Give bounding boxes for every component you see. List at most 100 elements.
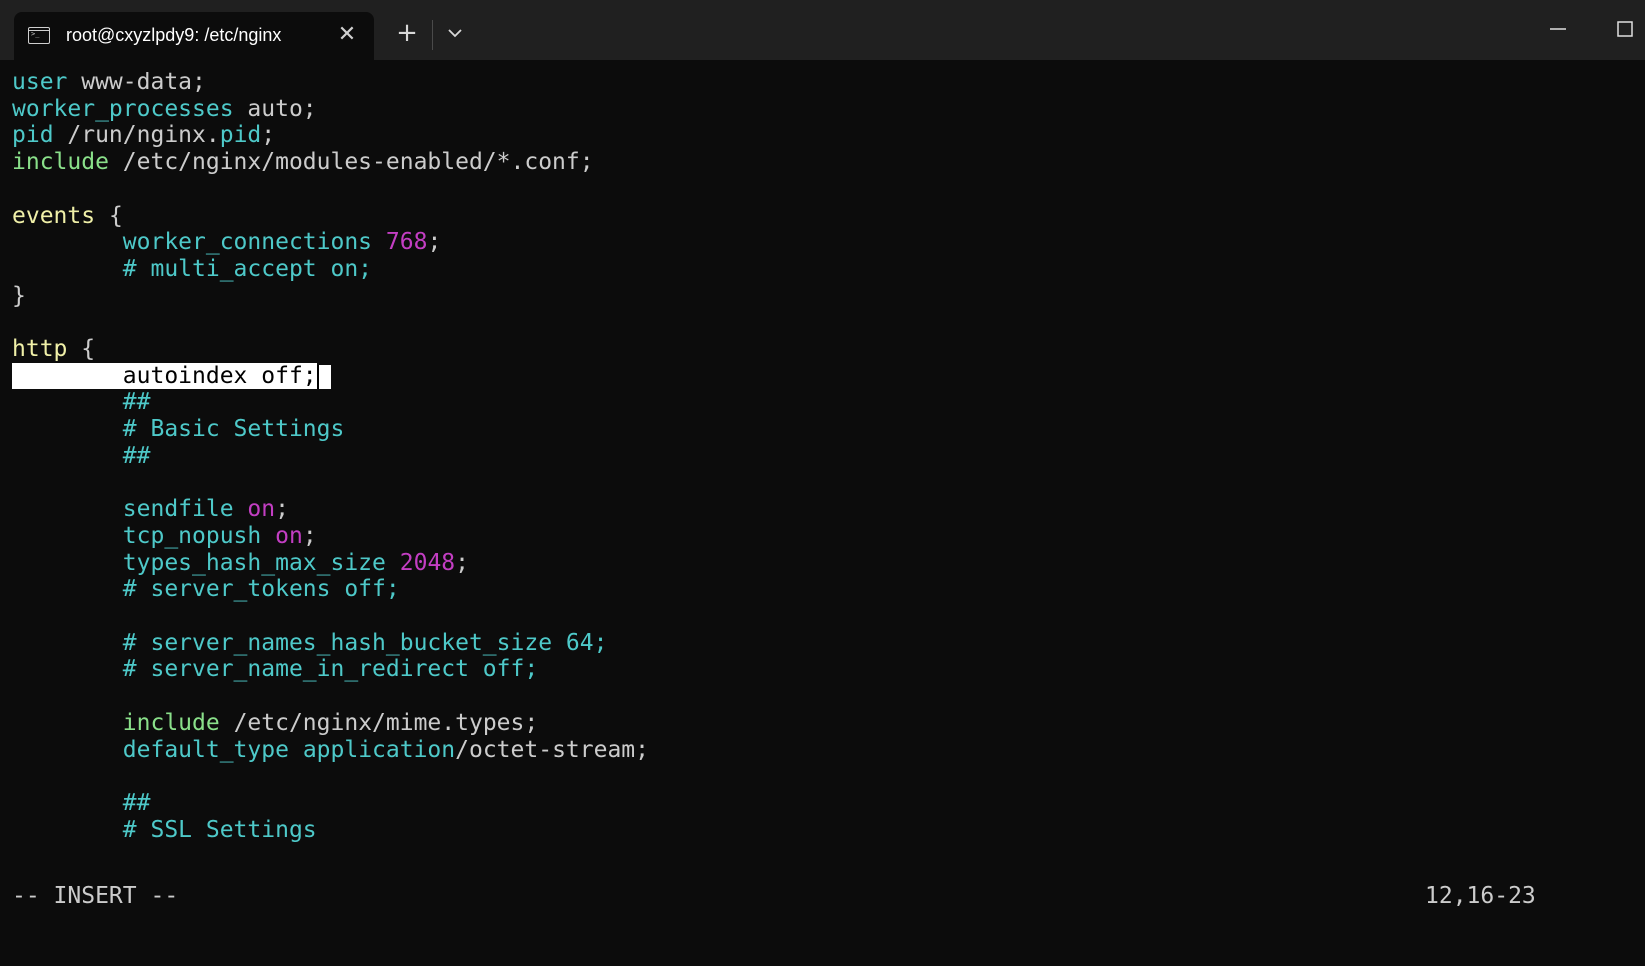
code-token: default_type: [122, 737, 289, 763]
code-token: /octet-stream;: [455, 737, 650, 763]
code-token: pid: [12, 122, 54, 148]
code-token: ;: [302, 523, 317, 549]
editor-line: # server_names_hash_bucket_size 64;: [12, 629, 608, 657]
code-token: ##: [122, 389, 151, 415]
editor-line: sendfile on;: [12, 495, 289, 523]
maximize-button[interactable]: [1610, 14, 1640, 44]
close-icon[interactable]: ✕: [332, 20, 362, 50]
code-token: ;: [455, 550, 469, 576]
editor-line: worker_connections 768;: [12, 228, 442, 256]
text-cursor: [316, 364, 331, 389]
new-tab-button[interactable]: +: [390, 16, 424, 50]
code-token: ##: [122, 443, 151, 469]
vim-editor[interactable]: user www-data; worker_processes auto; pid …: [12, 72, 1642, 898]
editor-line: ##: [12, 789, 151, 817]
code-token: www-data;: [67, 72, 206, 95]
code-token: include: [122, 710, 220, 736]
editor-line: # multi_accept on;: [12, 255, 372, 283]
mode-indicator: -- INSERT --: [12, 883, 179, 909]
editor-line: events {: [12, 202, 123, 230]
tab-title: root@cxyzlpdy9: /etc/nginx: [66, 25, 282, 45]
editor-line: tcp_nopush on;: [12, 522, 317, 550]
editor-line: worker_processes auto;: [12, 95, 317, 123]
code-token: # multi_accept on;: [122, 256, 373, 282]
code-token: auto;: [233, 96, 317, 122]
code-token: ;: [261, 122, 276, 148]
code-token: # server_tokens off;: [122, 576, 400, 602]
code-token: # SSL Settings: [122, 817, 317, 843]
editor-line: autoindex off;: [12, 362, 331, 390]
chevron-down-icon: [448, 29, 462, 38]
code-token: on: [275, 523, 303, 549]
code-token: # server_names_hash_bucket_size 64;: [122, 630, 608, 656]
code-token: types_hash_max_size: [122, 550, 386, 576]
editor-line: # server_tokens off;: [12, 575, 400, 603]
editor-line: ##: [12, 442, 151, 470]
code-token: 2048: [399, 550, 456, 576]
cursor-position: 12,16-23: [1425, 883, 1536, 909]
plus-icon: +: [396, 18, 418, 48]
code-token: ;: [427, 229, 442, 255]
editor-line: http {: [12, 335, 95, 363]
code-token: /run/nginx.: [53, 122, 220, 148]
editor-line: ##: [12, 388, 151, 416]
code-token: include: [12, 149, 109, 175]
editor-line: # Basic Settings: [12, 415, 345, 443]
code-token: ;: [275, 496, 289, 522]
vim-status-line: -- INSERT -- 12,16-23: [0, 882, 1645, 910]
minimize-button[interactable]: [1540, 14, 1576, 44]
terminal-icon: [28, 27, 50, 44]
code-token: http: [12, 336, 68, 362]
editor-line: types_hash_max_size 2048;: [12, 549, 469, 577]
editor-line: include /etc/nginx/modules-enabled/*.con…: [12, 148, 594, 176]
code-token: user: [12, 72, 68, 95]
code-token: # Basic Settings: [122, 416, 345, 442]
code-token: /etc/nginx/mime.types;: [219, 710, 539, 736]
code-token: worker_processes: [12, 96, 234, 122]
maximize-icon: [1617, 21, 1633, 37]
code-token: events: [12, 203, 96, 229]
editor-line: default_type application/octet-stream;: [12, 736, 649, 764]
code-token: {: [67, 336, 96, 362]
code-token: tcp_nopush: [122, 523, 262, 549]
code-token: }: [12, 283, 26, 309]
minimize-icon: [1550, 28, 1566, 30]
editor-line: user www-data;: [12, 72, 206, 96]
code-token: worker_connections: [122, 229, 373, 255]
code-token: on: [247, 496, 276, 522]
title-bar: root@cxyzlpdy9: /etc/nginx ✕ +: [0, 0, 1645, 60]
code-token: application: [302, 737, 456, 763]
terminal-tab[interactable]: root@cxyzlpdy9: /etc/nginx ✕: [14, 12, 374, 60]
tab-dropdown-button[interactable]: [440, 18, 470, 48]
code-token: sendfile: [122, 496, 234, 522]
selected-text: autoindex off;: [12, 363, 317, 389]
editor-line: }: [12, 282, 26, 310]
tab-divider: [432, 20, 433, 50]
editor-line: include /etc/nginx/mime.types;: [12, 709, 538, 737]
code-token: /etc/nginx/modules-enabled/*.conf;: [108, 149, 594, 175]
editor-line: # SSL Settings: [12, 816, 317, 844]
code-token: 768: [385, 229, 428, 255]
editor-line: pid /run/nginx.pid;: [12, 121, 275, 149]
code-token: pid: [219, 122, 262, 148]
editor-line: # server_name_in_redirect off;: [12, 655, 538, 683]
code-token: ##: [122, 790, 151, 816]
